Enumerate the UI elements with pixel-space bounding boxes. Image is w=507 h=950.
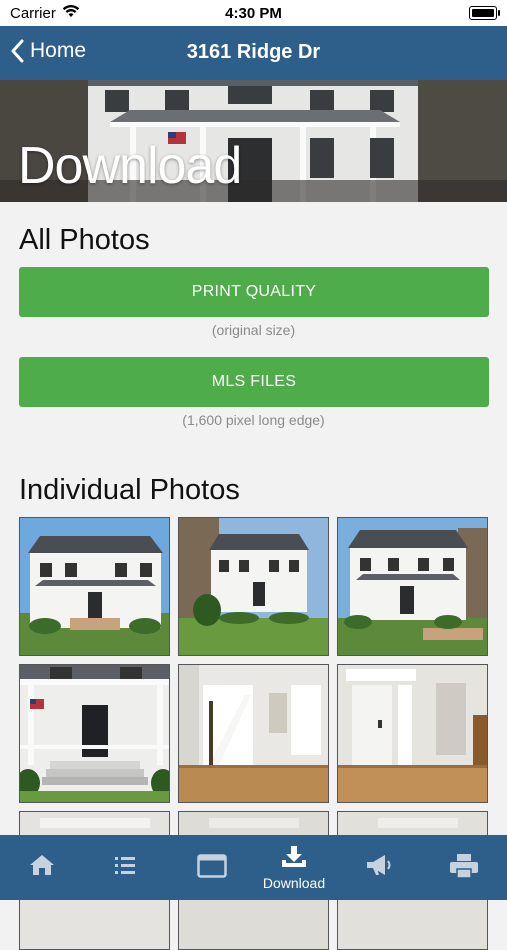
photo-thumbnail[interactable] [337, 517, 488, 656]
browser-window-icon [197, 854, 227, 878]
photo-thumbnail[interactable] [19, 664, 170, 803]
photo-thumbnail[interactable] [19, 517, 170, 656]
battery-icon [469, 6, 500, 20]
printer-icon [450, 854, 478, 879]
tab-print[interactable] [420, 835, 504, 900]
navigation-bar: Home 3161 Ridge Dr [0, 26, 507, 80]
status-bar: Carrier 4:30 PM [0, 0, 507, 26]
tab-marketing[interactable] [336, 835, 420, 900]
tab-home[interactable] [0, 835, 84, 900]
print-quality-button[interactable]: PRINT QUALITY [19, 267, 489, 317]
photo-thumbnail[interactable] [337, 664, 488, 803]
clock: 4:30 PM [225, 5, 282, 22]
mls-files-button[interactable]: MLS FILES [19, 357, 489, 407]
download-icon [282, 846, 306, 867]
tab-bar: Download [0, 835, 507, 900]
tab-browser[interactable] [168, 835, 252, 900]
tab-list[interactable] [84, 835, 168, 900]
list-icon [115, 857, 135, 874]
hero-banner: Download [0, 80, 507, 202]
tab-download[interactable]: Download [252, 835, 336, 900]
home-icon [30, 855, 54, 875]
mls-files-note: (1,600 pixel long edge) [182, 412, 325, 428]
photo-thumbnail[interactable] [178, 664, 329, 803]
print-quality-note: (original size) [211, 322, 296, 338]
hero-title: Download [18, 137, 242, 195]
individual-photos-heading: Individual Photos [19, 474, 240, 506]
all-photos-heading: All Photos [19, 224, 150, 256]
tab-download-label: Download [262, 875, 326, 891]
page-title: 3161 Ridge Dr [186, 41, 321, 63]
photo-thumbnail[interactable] [178, 517, 329, 656]
megaphone-icon [367, 855, 391, 875]
